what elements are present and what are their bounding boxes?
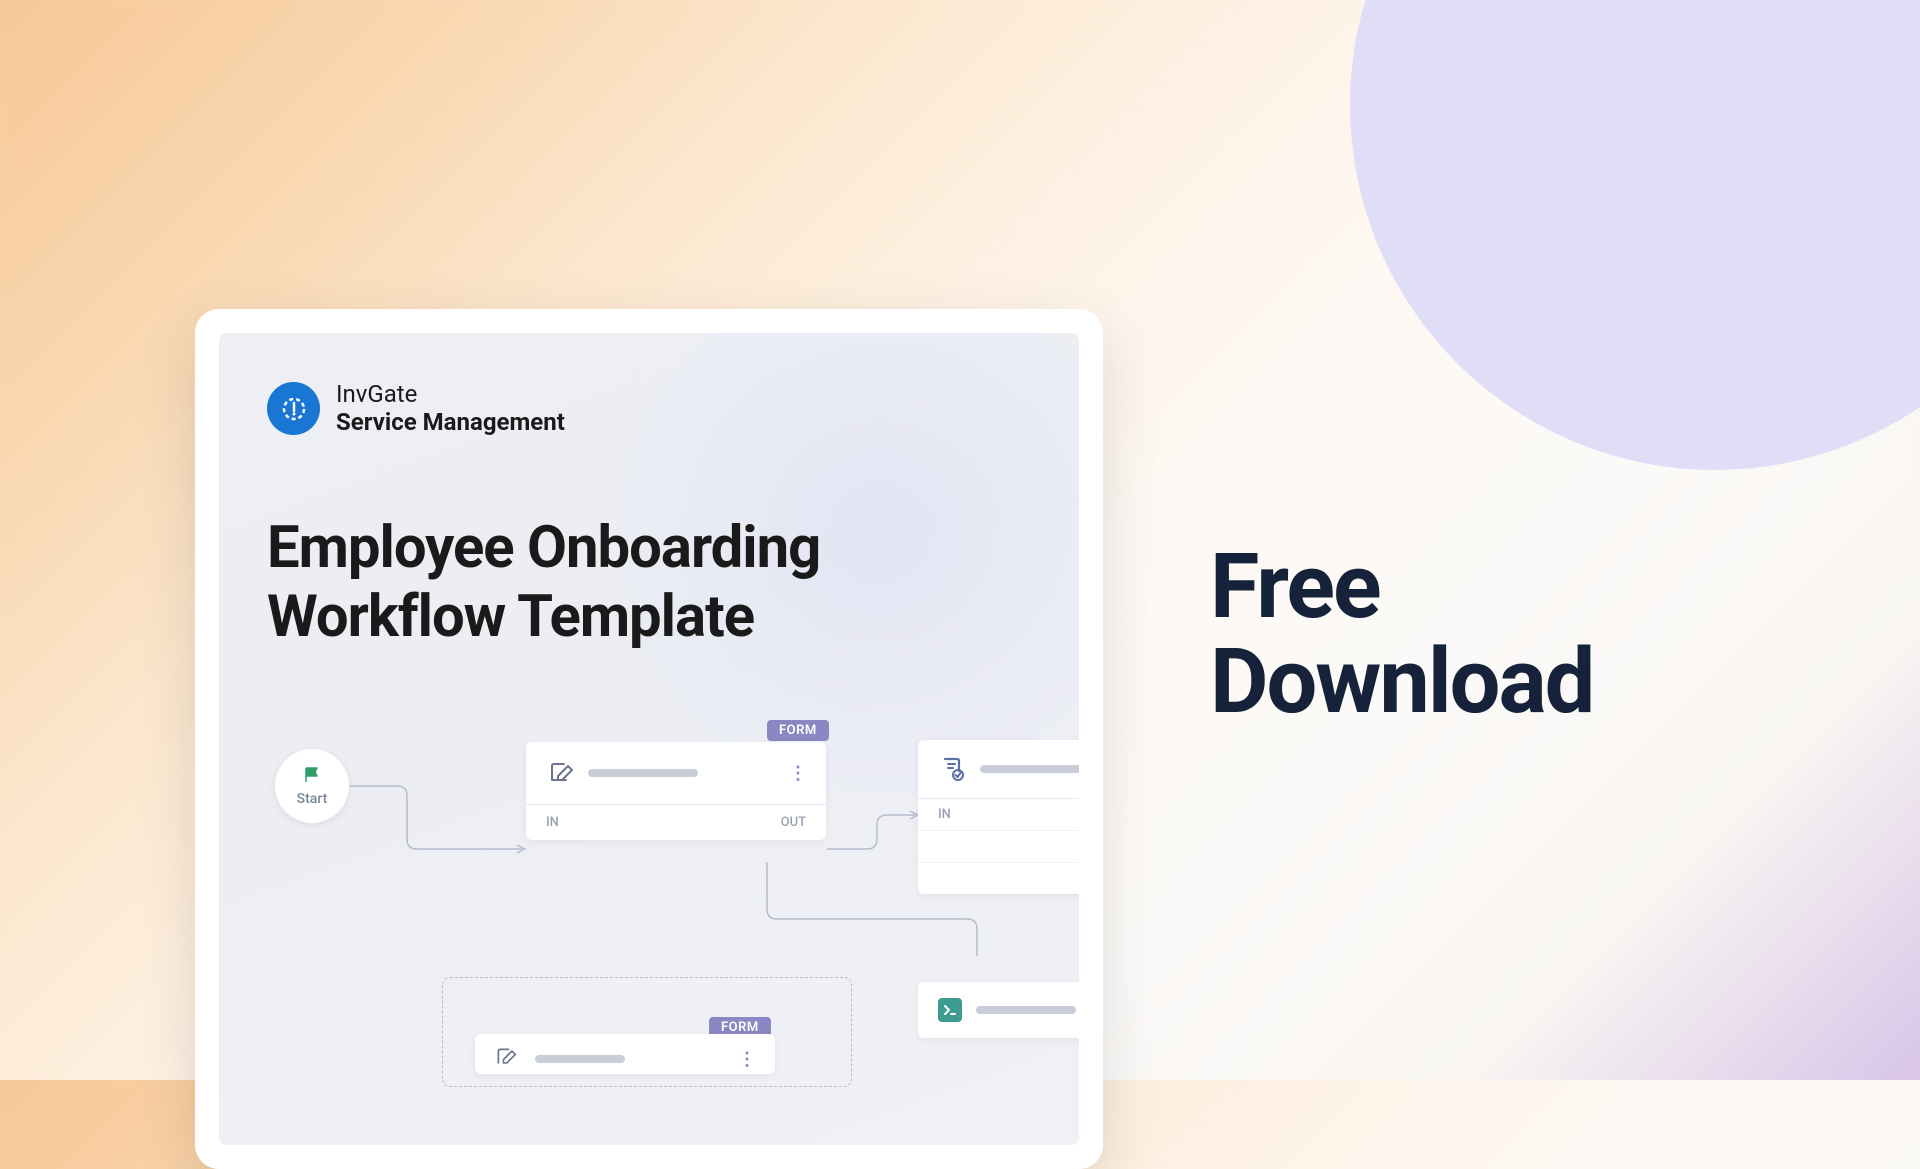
workflow-approval-node: IN ACCE REJE CANC	[918, 740, 1079, 894]
decorative-purple-circle	[1350, 0, 1920, 470]
flag-icon	[303, 766, 321, 789]
node-title-placeholder	[980, 765, 1079, 773]
logo-product: Service Management	[336, 409, 565, 437]
node-title-placeholder	[535, 1055, 625, 1063]
headline: Free Download	[1210, 540, 1593, 729]
invgate-logo-icon	[267, 382, 320, 435]
kebab-menu-icon: ⋮	[789, 763, 806, 784]
template-card-inner: InvGate Service Management Employee Onbo…	[219, 333, 1079, 1145]
node-title-placeholder	[976, 1006, 1076, 1014]
workflow-start-node: Start	[275, 749, 349, 823]
edit-form-icon	[495, 1046, 521, 1072]
template-card: InvGate Service Management Employee Onbo…	[195, 309, 1103, 1169]
edit-form-icon	[548, 760, 574, 786]
workflow-form-node: ⋮ IN OUT	[526, 742, 826, 840]
terminal-icon	[938, 998, 962, 1022]
logo: InvGate Service Management	[267, 381, 1031, 436]
approval-document-icon	[940, 756, 966, 782]
card-title: Employee Onboarding Workflow Template	[267, 514, 1031, 651]
kebab-menu-icon: ⋮	[738, 1049, 755, 1070]
logo-brand: InvGate	[336, 381, 565, 409]
node-out-label: OUT	[781, 815, 806, 830]
workflow-webservice-node	[918, 982, 1079, 1038]
logo-text: InvGate Service Management	[336, 381, 565, 436]
node-in-label: IN	[938, 807, 951, 822]
node-in-label: IN	[546, 815, 559, 830]
form-badge: FORM	[767, 720, 829, 741]
node-title-placeholder	[588, 769, 698, 777]
start-label: Start	[297, 791, 328, 807]
workflow-form-node-partial: ⋮	[475, 1034, 775, 1074]
